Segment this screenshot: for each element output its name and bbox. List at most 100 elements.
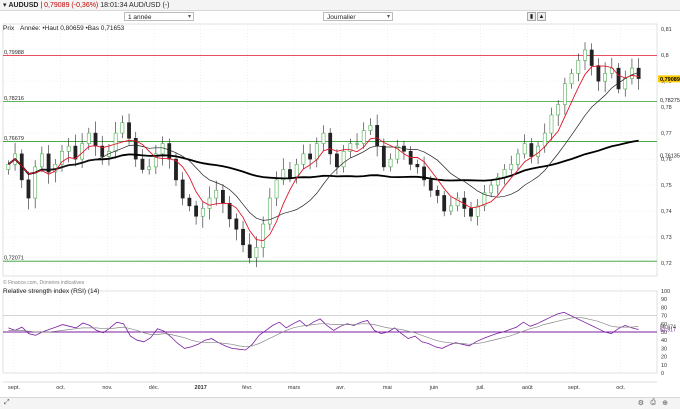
candle-body (261, 223, 266, 248)
chart-window: ▾ AUDUSD | 0,79089 (-0,36%) 18:01:34 AUD… (0, 0, 680, 409)
candle-body (636, 67, 641, 79)
y-tick-label: 0,77 (661, 131, 672, 137)
candle-body (301, 153, 306, 165)
candle-body (341, 150, 346, 168)
candle-body (200, 208, 205, 217)
candle-body (140, 158, 145, 170)
candle-body (375, 125, 380, 147)
candle-body (542, 132, 547, 147)
candle-body (448, 205, 453, 212)
legend-label: Prix (3, 25, 15, 32)
candle-body (556, 104, 561, 116)
y-tick-label: 0,73 (661, 235, 672, 241)
candle-body (381, 145, 386, 168)
x-tick-label: sept. (8, 385, 20, 391)
x-tick-label: sept. (568, 385, 580, 391)
candle-body (589, 49, 594, 66)
zoom-icon[interactable]: ⊕ (662, 399, 668, 407)
candle-body (502, 169, 507, 178)
legend-info: Année: •Haut 0,80659 •Bas 0,71653 (20, 25, 125, 32)
candle-body (321, 132, 326, 144)
candle-body (335, 153, 339, 168)
candle-body (603, 73, 608, 82)
rsi-tick-label: 20 (661, 355, 667, 361)
x-tick-label: 2017 (195, 385, 207, 391)
x-tick-label: août (522, 385, 533, 391)
rsi-badge-label: 52,917 (660, 328, 676, 334)
candle-body (86, 132, 91, 144)
rsi-tick-label: 0 (661, 371, 664, 377)
rsi-tick-label: 40 (661, 338, 667, 344)
candle-body (576, 60, 581, 74)
rsi-tick-label: 10 (661, 363, 667, 369)
candle-body (355, 143, 359, 145)
price-badge-label: 0,78275 (660, 98, 680, 104)
rsi-tick-label: 30 (661, 346, 667, 352)
footer-toolbar: ⤢ ⚙ ⎙ ⊕ (0, 397, 680, 409)
candle-body (616, 67, 621, 90)
y-tick-label: 0,72 (661, 261, 672, 267)
rsi-panel (3, 311, 657, 351)
candle-body (562, 83, 567, 105)
y-tick-label: 0,74 (661, 209, 672, 215)
candle-body (120, 122, 125, 134)
x-tick-label: déc. (149, 385, 160, 391)
candle-body (328, 132, 333, 155)
chart-canvas[interactable]: 0,79988 0,78216 0,76679 0,72071 0,81 0,8 0,79… (0, 0, 680, 409)
candle-body (241, 228, 245, 246)
candle-body (569, 73, 574, 85)
candle-body (442, 195, 447, 212)
level-label: 0,79988 (4, 50, 24, 56)
rsi-tick-label: 90 (661, 297, 667, 303)
axes: 0,810,80,790,780,770,760,750,740,730,72s… (3, 27, 680, 391)
candle-body (314, 143, 319, 160)
candle-body (522, 143, 527, 155)
rsi-title: Relative strength index (RSI) (14) (3, 288, 99, 295)
candle-body (516, 153, 520, 165)
y-tick-label: 0,75 (661, 183, 672, 189)
level-label: 0,76679 (4, 136, 24, 142)
candle-body (6, 163, 11, 170)
candle-body (227, 202, 232, 220)
candle-body (583, 49, 587, 61)
candle-body (469, 208, 473, 217)
candle-body (529, 143, 534, 157)
candle-body (167, 143, 172, 160)
y-tick-label: 0,78 (661, 105, 672, 111)
candle-body (630, 67, 634, 79)
candle-body (509, 163, 514, 170)
candle-body (93, 132, 98, 147)
candle-body (274, 179, 279, 199)
y-tick-label: 0,8 (661, 53, 669, 59)
print-icon[interactable]: ⎙ (650, 399, 656, 407)
candles (6, 42, 641, 268)
candle-body (234, 218, 239, 230)
candle-body (127, 122, 131, 139)
price-badge-label: 0,76135 (660, 154, 680, 160)
candle-body (368, 125, 373, 131)
candle-body (388, 158, 393, 168)
x-tick-label: mai (383, 385, 392, 391)
candle-body (180, 179, 185, 199)
rsi-tick-label: 80 (661, 305, 667, 311)
candle-body (308, 153, 312, 160)
candle-body (428, 179, 433, 191)
candle-body (194, 205, 199, 217)
x-tick-label: juin (429, 385, 439, 391)
candle-body (207, 197, 212, 209)
candle-body (623, 78, 628, 90)
candle-body (294, 163, 299, 178)
candle-body (187, 197, 192, 207)
rsi-tick-label: 70 (661, 314, 667, 320)
settings-icon[interactable]: ⚙ (638, 399, 644, 407)
expand-icon[interactable]: ⤢ (4, 399, 10, 407)
candle-body (39, 153, 44, 168)
candle-body (26, 179, 31, 199)
price-badge-label: 0,79089 (660, 77, 680, 83)
rsi-line (8, 311, 639, 351)
x-tick-label: mars (288, 385, 300, 391)
x-tick-label: oct. (56, 385, 65, 391)
candle-body (435, 189, 440, 196)
x-tick-label: févr. (242, 385, 253, 391)
candle-body (549, 114, 554, 134)
